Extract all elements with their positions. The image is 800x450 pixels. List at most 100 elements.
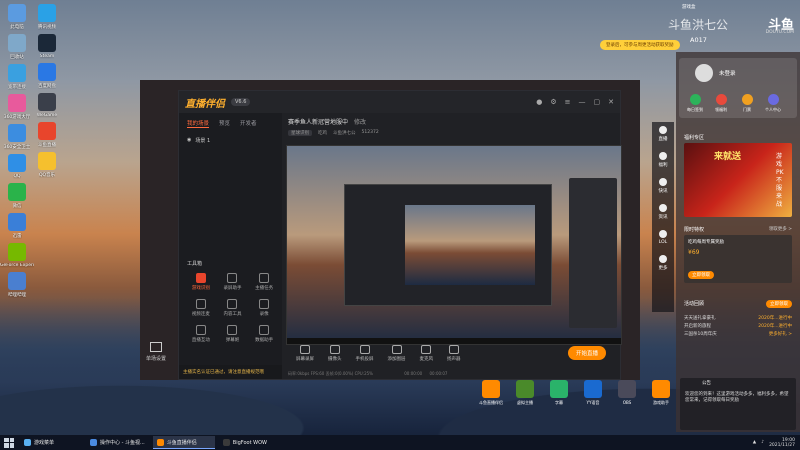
close-icon[interactable]: ✕	[608, 98, 614, 106]
tool-button[interactable]: 录屏助手	[217, 273, 249, 291]
side-tab[interactable]: LOL	[659, 230, 667, 245]
login-shortcut-button[interactable]: 每日签到	[685, 94, 705, 113]
menu-icon[interactable]: ≡	[565, 98, 571, 106]
desktop-icon[interactable]: Steam	[32, 34, 62, 59]
maximize-icon[interactable]: ▢	[594, 98, 601, 106]
login-shortcut-icon	[767, 94, 779, 105]
promo-banner[interactable]: 登录后，可参与周更活动获取奖励	[600, 40, 680, 50]
bottom-tool-button[interactable]: 麦克风	[420, 344, 433, 362]
scene-settings-button[interactable]: 单场设置	[146, 342, 166, 362]
activity-row[interactable]: 开启新的旅程 2020年...进行中	[680, 322, 796, 330]
scene-label: 场景 1	[195, 138, 211, 144]
bottom-tool-label: 屏幕录屏	[296, 356, 314, 362]
right-panel-header: 游戏盒 斗鱼 DOUYU.COM A017	[676, 0, 800, 52]
windows-start-icon[interactable]	[4, 437, 14, 448]
network-icon[interactable]: ▲	[753, 440, 756, 445]
tool-button[interactable]: 录像	[248, 299, 280, 317]
side-tab[interactable]: 更多	[659, 255, 668, 271]
desktop-icon[interactable]: 百度网盘	[32, 63, 62, 89]
game-card-button[interactable]: 立即领取	[688, 271, 714, 279]
settings-icon[interactable]: ⚙	[550, 98, 556, 106]
taskbar-app[interactable]: 游戏菜单	[20, 436, 82, 449]
avatar-icon[interactable]: ●	[536, 98, 542, 106]
tab-1[interactable]: 我的场景	[187, 119, 210, 128]
taskbar-app[interactable]: BigFoot WOW	[219, 436, 281, 449]
login-shortcut-button[interactable]: 领福利	[711, 94, 731, 113]
tool-button[interactable]: 主播任务	[248, 273, 280, 291]
login-shortcut-button[interactable]: 门票	[737, 94, 757, 113]
bottom-tool-button[interactable]: 扬声器	[447, 344, 461, 362]
bottom-tool-button[interactable]: 手机投屏	[356, 344, 374, 362]
desktop-icon[interactable]: WeGame	[32, 93, 62, 118]
desktop-icon[interactable]: 微信	[2, 183, 32, 209]
desktop-icon-column-left: 此电脑回收站宽带连接 360游戏大厅 360安全卫士 QQ 微信迅雷 GeForce Ex…	[0, 4, 34, 298]
activity-row[interactable]: 三国杀10周年庆 更多好礼 >	[680, 330, 796, 338]
side-tab[interactable]: 直播	[659, 126, 668, 142]
welfare-banner[interactable]: 来就送 游戏PK 不服来战	[684, 143, 792, 217]
status-text: 码率:0kbps FPS:60 丢帧:0(0.00%) CPU:25%	[288, 371, 373, 376]
scene-item[interactable]: ◉ 场景 1	[179, 134, 282, 147]
tool-button[interactable]: 直播互动	[185, 325, 217, 343]
taskbar-app-label: 游戏菜单	[34, 440, 55, 446]
tool-button[interactable]: 游戏识别	[185, 273, 217, 291]
activity-row[interactable]: 天天送礼拿豪礼 2020年...进行中	[680, 314, 796, 322]
desktop-shortcut[interactable]: YY语音	[580, 380, 606, 406]
desktop-icon[interactable]: 360游戏大厅	[2, 94, 32, 120]
desktop-icon[interactable]: 斗鱼直播	[32, 122, 62, 148]
desktop-icon[interactable]: 360安全卫士	[2, 124, 32, 150]
clock[interactable]: 19:00 2021/11/27	[769, 438, 795, 448]
stream-preview[interactable]	[286, 145, 622, 345]
login-text[interactable]: 未登录	[719, 69, 736, 77]
tool-icon	[195, 325, 206, 335]
login-shortcut-button[interactable]: 个人中心	[763, 94, 783, 113]
minimize-icon[interactable]: —	[579, 98, 586, 106]
tab-3[interactable]: 开发者	[240, 119, 257, 128]
desktop-shortcut[interactable]: 字幕	[546, 380, 572, 406]
scene-settings-label: 单场设置	[146, 356, 167, 362]
tab-2[interactable]: 预览	[219, 119, 230, 128]
toolbox-label: 工具箱	[187, 261, 203, 267]
desktop-icon[interactable]: 哔哩哔哩	[2, 272, 32, 298]
activity-button[interactable]: 立即领取	[766, 300, 792, 308]
desktop-shortcut[interactable]: 游戏助手	[648, 380, 674, 406]
desktop-icon[interactable]: 此电脑	[2, 4, 32, 30]
desktop-shortcut[interactable]: OBS	[614, 380, 640, 406]
taskbar-app[interactable]: 斗鱼直播伴侣	[152, 436, 215, 449]
bottom-tool-button[interactable]: 摄像头	[328, 344, 342, 362]
side-tab[interactable]: 资讯	[659, 204, 668, 220]
main-pane: 赛季鱼人新冠营地服中 修改 星球识别 吃鸡 斗鱼洪七公 512372 屏幕录屏 摄像头 手…	[282, 113, 622, 379]
limited-more-link[interactable]: 领取更多 >	[769, 226, 792, 233]
side-tab-icon	[659, 178, 667, 186]
tool-button[interactable]: 数据助手	[248, 325, 280, 343]
desktop-icon[interactable]: GeForce Experience	[0, 243, 34, 268]
desktop-icon[interactable]: 腾讯视频	[32, 4, 62, 30]
bottom-tool-button[interactable]: 屏幕录屏	[296, 344, 314, 362]
taskbar-app[interactable]: 操作中心 - 斗鱼视...	[86, 436, 149, 449]
room-tag: 星球识别	[288, 130, 312, 136]
right-app-icon	[38, 4, 56, 22]
bottom-tool-button[interactable]: 添加图层	[388, 344, 406, 362]
login-shortcut-label: 每日签到	[687, 107, 703, 112]
eye-icon[interactable]: ◉	[187, 137, 191, 144]
side-tab[interactable]: 福利	[659, 152, 668, 168]
desktop-icon[interactable]: 宽带连接	[2, 64, 32, 90]
game-card[interactable]: 吃鸡每周专属奖励 ¥69 立即领取	[684, 235, 792, 283]
activity-rows: 天天送礼拿豪礼 2020年...进行中 开启新的旅程 2020年...进行中 三国杀10…	[680, 314, 796, 338]
notice-bar[interactable]: 主播实名认证已通过，请注意直播规范哦	[179, 365, 282, 379]
avatar[interactable]	[695, 64, 713, 82]
nested-preview-inner	[405, 205, 535, 285]
room-edit-button[interactable]: 修改	[354, 119, 366, 126]
desktop-icon[interactable]: 回收站	[2, 34, 32, 60]
start-live-button[interactable]: 开始直播	[567, 346, 606, 360]
desktop-icon[interactable]: QQ音乐	[32, 152, 62, 178]
desktop-icon[interactable]: 迅雷	[2, 213, 32, 239]
right-app-icon	[38, 34, 56, 52]
desktop-shortcut[interactable]: 虚拟主播	[512, 380, 538, 406]
desktop-icon[interactable]: QQ	[2, 154, 32, 179]
volume-icon[interactable]: ♪	[761, 440, 764, 445]
desktop-shortcut[interactable]: 斗鱼直播伴侣	[478, 380, 504, 406]
tool-button[interactable]: 内容工具	[217, 299, 249, 317]
side-tab[interactable]: 快讯	[659, 178, 668, 194]
tool-button[interactable]: 弹幕姬	[217, 325, 249, 343]
tool-button[interactable]: 视频连麦	[185, 299, 217, 317]
